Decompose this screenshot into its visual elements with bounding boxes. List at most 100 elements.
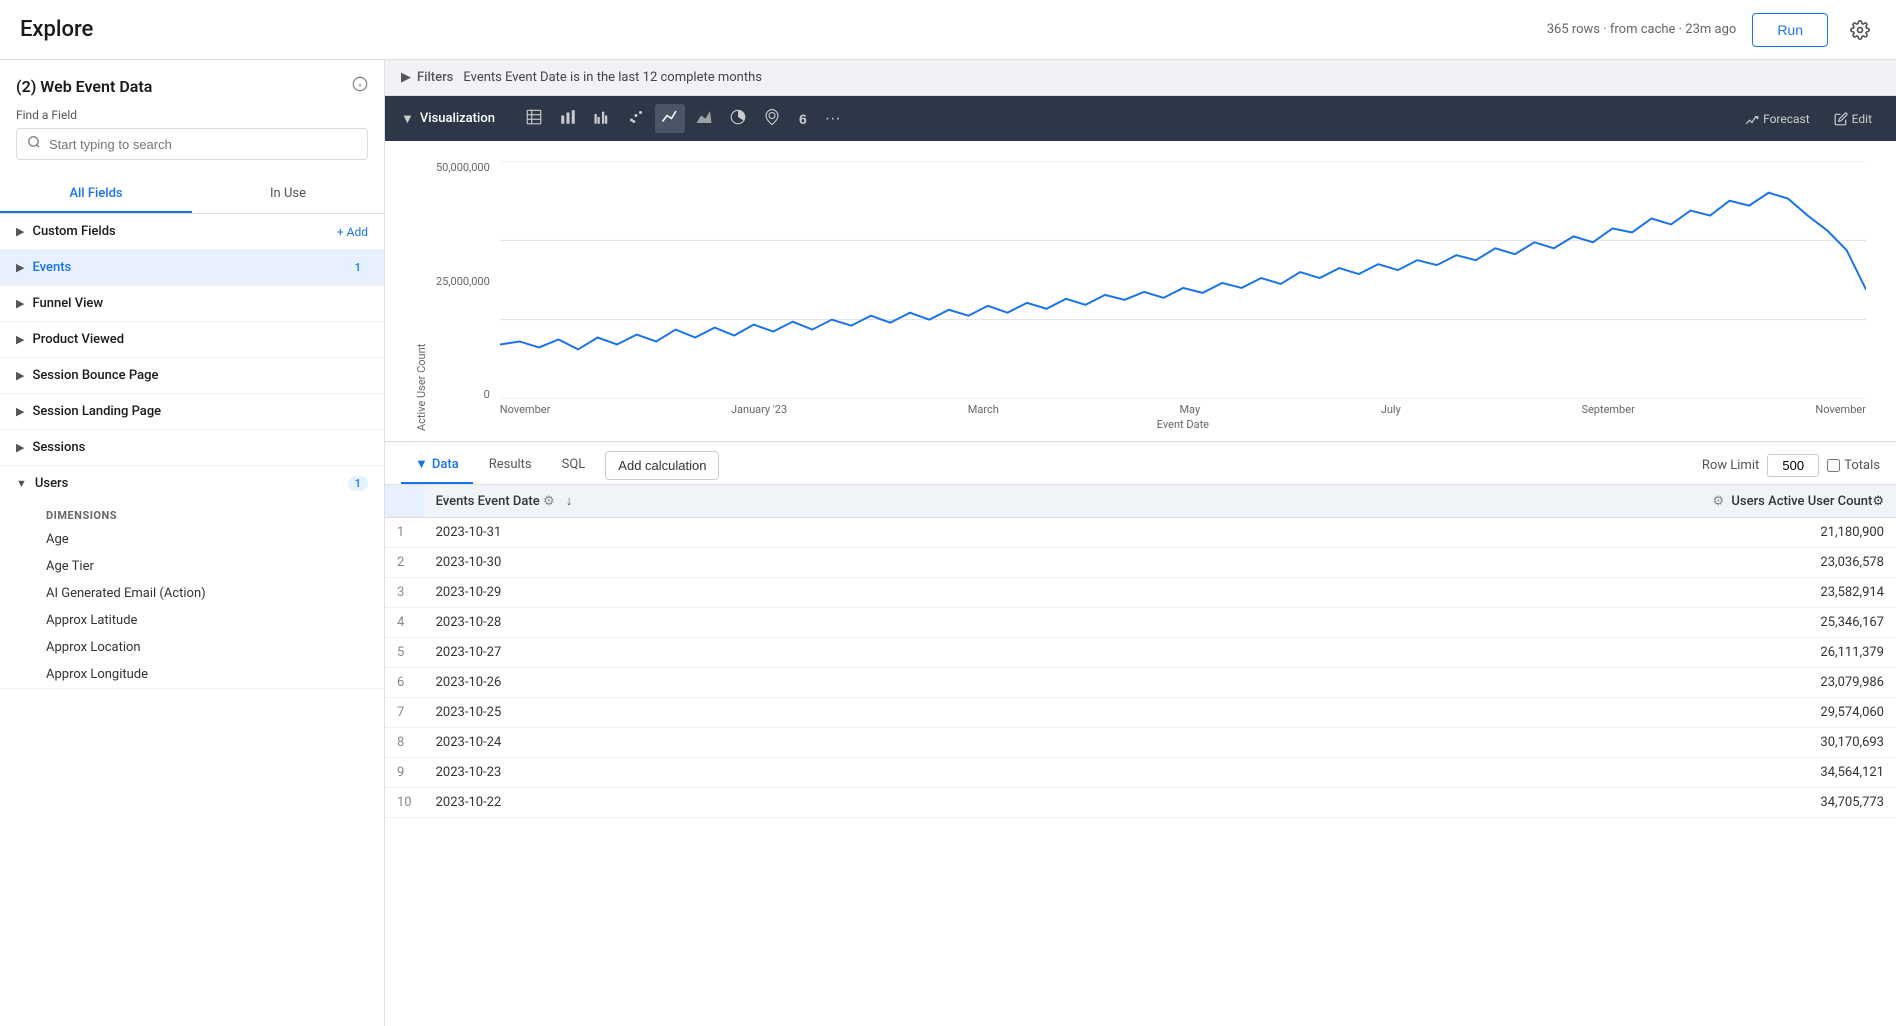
group-product-viewed-label: Product Viewed <box>32 332 368 347</box>
table-row: 8 2023-10-24 30,170,693 <box>385 728 1896 758</box>
data-tab-label: Data <box>432 457 459 472</box>
col-header-num <box>385 485 424 518</box>
field-age[interactable]: Age <box>0 526 384 553</box>
x-tick-mar: March <box>968 403 999 416</box>
forecast-button[interactable]: Forecast <box>1737 108 1818 130</box>
viz-bar-icon[interactable] <box>553 104 583 133</box>
table-row: 3 2023-10-29 23,582,914 <box>385 578 1896 608</box>
col-settings-icon[interactable]: ⚙ <box>1872 494 1884 509</box>
cache-info: 365 rows · from cache · 23m ago <box>1547 22 1737 37</box>
tab-data[interactable]: ▼ Data <box>401 446 473 484</box>
info-icon[interactable] <box>352 76 368 96</box>
group-funnel-view-header[interactable]: ▶ Funnel View <box>0 286 384 321</box>
search-input[interactable] <box>49 137 357 152</box>
field-approx-latitude[interactable]: Approx Latitude <box>0 607 384 634</box>
totals-label: Totals <box>1844 458 1880 473</box>
col-header-users-count: ⚙ Users Active User Count ⚙ <box>1088 485 1896 518</box>
events-date-label: Events Event Date <box>436 494 540 509</box>
edit-button[interactable]: Edit <box>1826 108 1880 130</box>
row-num: 9 <box>385 758 424 788</box>
chevron-right-icon-bounce: ▶ <box>16 369 24 382</box>
viz-grouped-bar-icon[interactable] <box>587 104 617 133</box>
x-axis-label: Event Date <box>500 418 1866 431</box>
row-count: 25,346,167 <box>1088 608 1896 638</box>
tab-all-fields[interactable]: All Fields <box>0 176 192 213</box>
group-product-viewed-header[interactable]: ▶ Product Viewed <box>0 322 384 357</box>
x-axis-ticks: November January '23 March May July Sept… <box>500 399 1866 416</box>
field-age-tier[interactable]: Age Tier <box>0 553 384 580</box>
group-users-badge: 1 <box>348 476 368 491</box>
run-button[interactable]: Run <box>1752 13 1828 47</box>
header-right: 365 rows · from cache · 23m ago Run <box>1547 13 1876 47</box>
row-limit-input[interactable] <box>1767 454 1819 477</box>
field-ai-email[interactable]: AI Generated Email (Action) <box>0 580 384 607</box>
group-session-landing-page-label: Session Landing Page <box>32 404 368 419</box>
group-events: ▶ Events 1 <box>0 250 384 286</box>
row-count: 23,582,914 <box>1088 578 1896 608</box>
table-row: 5 2023-10-27 26,111,379 <box>385 638 1896 668</box>
search-icon <box>27 135 41 153</box>
data-table: Events Event Date ⚙ ↓ ⚙ Users Active Use… <box>385 485 1896 818</box>
group-custom-fields-header[interactable]: ▶ Custom Fields + Add <box>0 214 384 249</box>
group-sessions: ▶ Sessions <box>0 430 384 466</box>
group-session-landing-page-header[interactable]: ▶ Session Landing Page <box>0 394 384 429</box>
chart-area: Active User Count 50,000,000 25,000,000 … <box>385 141 1896 441</box>
chevron-down-icon-users: ▼ <box>16 477 27 490</box>
viz-table-icon[interactable] <box>519 104 549 133</box>
col-gear-icon[interactable]: ⚙ <box>543 494 555 509</box>
viz-toggle[interactable]: ▼ Visualization <box>401 111 495 127</box>
find-field-label: Find a Field <box>16 108 368 122</box>
table-row: 7 2023-10-25 29,574,060 <box>385 698 1896 728</box>
add-calculation-button[interactable]: Add calculation <box>605 451 719 480</box>
table-row: 9 2023-10-23 34,564,121 <box>385 758 1896 788</box>
tab-in-use[interactable]: In Use <box>192 176 384 213</box>
totals-checkbox[interactable] <box>1827 459 1840 472</box>
viz-toolbar: ▼ Visualization <box>385 96 1896 141</box>
tab-results[interactable]: Results <box>475 447 546 484</box>
add-custom-field-button[interactable]: + Add <box>337 225 368 239</box>
chevron-right-icon-sessions: ▶ <box>16 441 24 454</box>
group-sessions-header[interactable]: ▶ Sessions <box>0 430 384 465</box>
tab-sql[interactable]: SQL <box>548 447 600 484</box>
filters-toggle[interactable]: ▶ Filters <box>401 70 453 85</box>
chevron-down-icon-data: ▼ <box>415 456 428 472</box>
field-approx-location[interactable]: Approx Location <box>0 634 384 661</box>
viz-pie-icon[interactable] <box>723 104 753 133</box>
row-count: 23,036,578 <box>1088 548 1896 578</box>
group-users-header[interactable]: ▼ Users 1 <box>0 466 384 501</box>
viz-area-icon[interactable] <box>689 104 719 133</box>
viz-more-icon[interactable]: ··· <box>819 108 847 130</box>
users-count-label: Users Active User Count <box>1731 494 1872 509</box>
col-users-gear-icon[interactable]: ⚙ <box>1713 494 1725 509</box>
row-date: 2023-10-28 <box>424 608 1088 638</box>
row-date: 2023-10-31 <box>424 518 1088 548</box>
y-tick-50m: 50,000,000 <box>436 161 490 174</box>
row-date: 2023-10-29 <box>424 578 1088 608</box>
data-table-container: Events Event Date ⚙ ↓ ⚙ Users Active Use… <box>385 485 1896 818</box>
data-toolbar: ▼ Data Results SQL Add calculation Row L… <box>385 446 1896 485</box>
row-num: 8 <box>385 728 424 758</box>
table-row: 2 2023-10-30 23,036,578 <box>385 548 1896 578</box>
explore-name: (2) Web Event Data <box>16 77 152 96</box>
table-row: 10 2023-10-22 34,705,773 <box>385 788 1896 818</box>
viz-line-icon[interactable] <box>655 104 685 133</box>
row-num: 4 <box>385 608 424 638</box>
viz-map-icon[interactable] <box>757 104 787 133</box>
viz-scatter-icon[interactable] <box>621 104 651 133</box>
x-tick-jul: July <box>1381 403 1401 416</box>
field-approx-longitude[interactable]: Approx Longitude <box>0 661 384 688</box>
group-events-header[interactable]: ▶ Events 1 <box>0 250 384 285</box>
row-date: 2023-10-30 <box>424 548 1088 578</box>
field-tabs: All Fields In Use <box>0 176 384 214</box>
row-date: 2023-10-22 <box>424 788 1088 818</box>
group-users: ▼ Users 1 DIMENSIONS Age Age Tier AI Gen… <box>0 466 384 689</box>
totals-checkbox-label[interactable]: Totals <box>1827 458 1880 473</box>
table-row: 4 2023-10-28 25,346,167 <box>385 608 1896 638</box>
header: Explore 365 rows · from cache · 23m ago … <box>0 0 1896 60</box>
group-session-bounce-page-header[interactable]: ▶ Session Bounce Page <box>0 358 384 393</box>
x-tick-nov: November <box>500 403 551 416</box>
group-users-label: Users <box>35 476 348 491</box>
viz-number-icon[interactable]: 6 <box>791 107 815 131</box>
sort-icon[interactable]: ↓ <box>566 494 573 509</box>
settings-icon[interactable] <box>1844 14 1876 46</box>
